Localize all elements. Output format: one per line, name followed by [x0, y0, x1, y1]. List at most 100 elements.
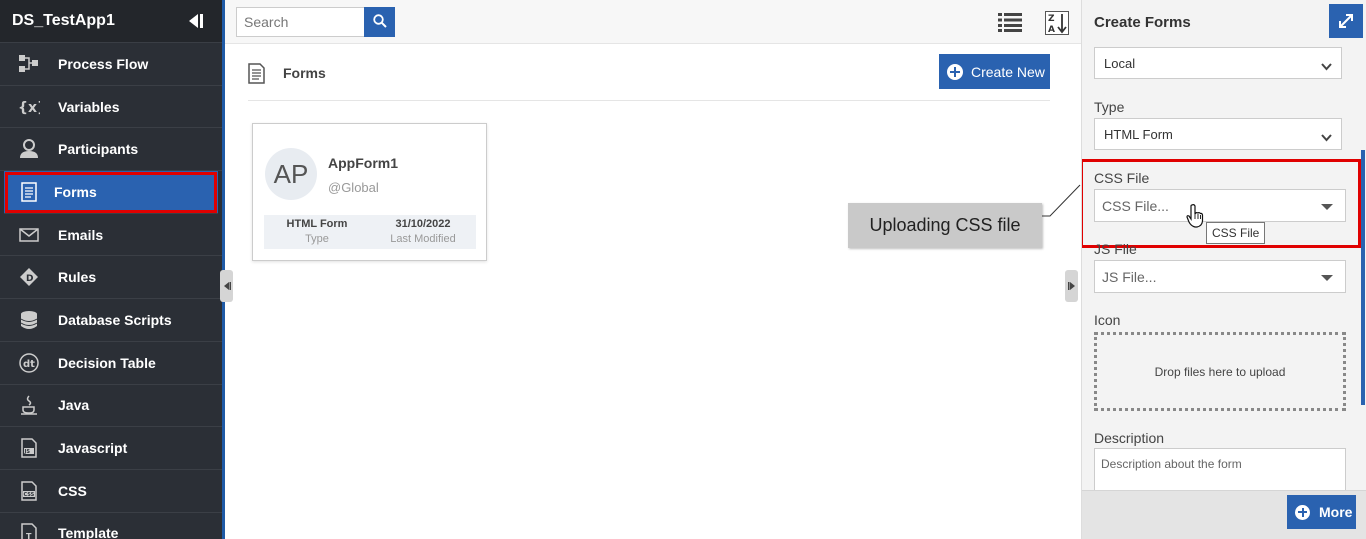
- toolbar: ZA: [225, 0, 1081, 44]
- css-file-label: CSS File: [1094, 170, 1150, 186]
- search-icon: [372, 13, 387, 31]
- sidebar-item-label: Template: [58, 525, 119, 539]
- form-icon: [248, 63, 265, 87]
- sidebar-item-database-scripts[interactable]: Database Scripts: [0, 299, 222, 342]
- search-input[interactable]: [236, 7, 364, 37]
- template-icon: T: [0, 523, 58, 539]
- rules-icon: D: [0, 267, 58, 287]
- modified-label: Last Modified: [390, 233, 456, 245]
- search-bar: [236, 7, 395, 37]
- description-label: Description: [1094, 430, 1165, 446]
- page-header: Forms Create New: [248, 54, 1050, 101]
- plus-circle-icon: [947, 63, 963, 80]
- svg-text:A: A: [1048, 25, 1055, 35]
- js-file-select[interactable]: JS File...: [1094, 260, 1346, 293]
- app-header: DS_TestApp1: [0, 0, 222, 43]
- chevron-down-icon: [1321, 130, 1332, 145]
- collapse-left-handle[interactable]: [220, 270, 233, 302]
- panel-scrollbar[interactable]: [1361, 150, 1365, 405]
- tooltip: CSS File: [1206, 222, 1266, 244]
- sidebar-item-css[interactable]: CSS CSS: [0, 470, 222, 513]
- svg-text:{x}: {x}: [18, 100, 40, 116]
- meta-type: HTML Form Type: [264, 218, 370, 245]
- js-file-label: JS File: [1094, 241, 1137, 257]
- decision-table-icon: dt: [0, 352, 58, 373]
- main-content: ZA Forms Create New AP AppForm1 @Global …: [220, 0, 1081, 539]
- type-label: Type: [1094, 99, 1125, 115]
- sidebar-item-label: Variables: [58, 98, 120, 115]
- svg-text:T: T: [26, 532, 32, 539]
- css-icon: CSS: [0, 480, 58, 501]
- type-value: HTML Form: [286, 218, 348, 230]
- modified-value: 31/10/2022: [395, 218, 451, 230]
- callout-pointer: [1042, 184, 1081, 217]
- annotation-callout: Uploading CSS file: [848, 203, 1042, 248]
- icon-label: Icon: [1094, 312, 1121, 328]
- app-title: DS_TestApp1: [12, 12, 115, 29]
- svg-text:D: D: [26, 274, 33, 284]
- collapse-right-handle[interactable]: [1065, 270, 1078, 302]
- sidebar-item-rules[interactable]: D Rules: [0, 256, 222, 300]
- process-flow-icon: [0, 54, 58, 73]
- meta-modified: 31/10/2022 Last Modified: [370, 218, 476, 245]
- sidebar-item-process-flow[interactable]: Process Flow: [0, 43, 222, 86]
- plus-circle-icon: [1295, 504, 1310, 520]
- css-file-select[interactable]: CSS File...: [1094, 189, 1346, 222]
- form-meta: HTML Form Type 31/10/2022 Last Modified: [264, 215, 476, 249]
- panel-header: Create Forms: [1082, 0, 1366, 44]
- collapse-sidebar-icon[interactable]: [186, 11, 204, 31]
- sidebar: DS_TestApp1 Process Flow {x} Variables P…: [0, 0, 225, 539]
- sidebar-item-label: Java: [58, 397, 90, 414]
- svg-text:CSS: CSS: [24, 492, 35, 498]
- sidebar-item-label: Decision Table: [58, 354, 156, 371]
- sidebar-item-participants[interactable]: Participants: [0, 128, 222, 172]
- caret-down-icon: [1321, 275, 1333, 281]
- sidebar-item-label: Forms: [54, 183, 97, 200]
- description-field[interactable]: [1094, 448, 1346, 490]
- sort-az-icon[interactable]: ZA: [1045, 11, 1069, 38]
- database-icon: [0, 310, 58, 330]
- type-label: Type: [305, 233, 329, 245]
- sidebar-item-label: Process Flow: [58, 55, 149, 72]
- expand-icon[interactable]: [1329, 4, 1363, 38]
- scope-select[interactable]: Local: [1094, 47, 1342, 79]
- scope-value: Local: [1104, 55, 1136, 71]
- create-new-label: Create New: [971, 63, 1045, 80]
- hand-cursor-icon: [1186, 204, 1204, 228]
- css-file-placeholder: CSS File...: [1102, 197, 1169, 214]
- form-icon: [4, 182, 54, 202]
- create-new-button[interactable]: Create New: [939, 54, 1050, 89]
- panel-title: Create Forms: [1094, 14, 1191, 31]
- sidebar-item-template[interactable]: T Template: [0, 513, 222, 539]
- sidebar-item-java[interactable]: Java: [0, 385, 222, 428]
- type-select[interactable]: HTML Form: [1094, 118, 1342, 150]
- icon-dropzone[interactable]: Drop files here to upload: [1094, 332, 1346, 411]
- sidebar-item-label: Database Scripts: [58, 311, 172, 328]
- sidebar-item-label: Participants: [58, 141, 139, 158]
- sidebar-item-forms[interactable]: Forms: [4, 171, 218, 214]
- more-button[interactable]: More: [1287, 495, 1356, 529]
- sidebar-item-emails[interactable]: Emails: [0, 214, 222, 257]
- javascript-icon: JS: [0, 438, 58, 458]
- participant-icon: [0, 139, 58, 159]
- sidebar-item-decision-table[interactable]: dt Decision Table: [0, 342, 222, 385]
- form-name: AppForm1: [328, 155, 398, 171]
- type-value: HTML Form: [1104, 126, 1173, 142]
- java-icon: [0, 395, 58, 416]
- search-button[interactable]: [364, 7, 395, 37]
- sidebar-item-label: Javascript: [58, 440, 128, 457]
- caret-down-icon: [1321, 204, 1333, 210]
- svg-text:JS: JS: [24, 449, 31, 455]
- svg-text:dt: dt: [23, 359, 35, 370]
- arrow-right-icon: [1067, 278, 1076, 294]
- page-title: Forms: [283, 65, 326, 81]
- sidebar-item-variables[interactable]: {x} Variables: [0, 86, 222, 129]
- svg-text:Z: Z: [1048, 14, 1055, 24]
- avatar: AP: [265, 148, 317, 200]
- create-forms-panel: Create Forms Local Type HTML Form CSS Fi…: [1081, 0, 1366, 539]
- sidebar-item-javascript[interactable]: JS Javascript: [0, 427, 222, 470]
- list-view-icon[interactable]: [998, 12, 1022, 35]
- panel-footer: More: [1082, 490, 1366, 539]
- form-card[interactable]: AP AppForm1 @Global HTML Form Type 31/10…: [252, 123, 487, 261]
- form-scope: @Global: [328, 180, 379, 195]
